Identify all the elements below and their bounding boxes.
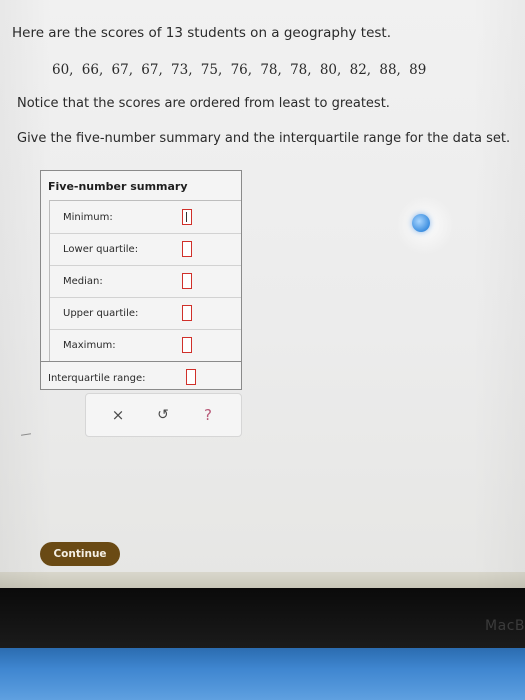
cursor-dot <box>412 214 430 232</box>
five-number-summary-panel: Five-number summary Minimum: Lower quart… <box>40 170 242 390</box>
side-dash <box>20 433 32 436</box>
summary-row-minimum: Minimum: <box>50 201 241 234</box>
minimum-input[interactable] <box>182 209 192 225</box>
close-icon[interactable]: × <box>106 404 130 426</box>
lower-quartile-input[interactable] <box>182 241 192 257</box>
minimum-label: Minimum: <box>63 212 113 223</box>
screen: Here are the scores of 13 students on a … <box>0 0 525 588</box>
undo-icon[interactable]: ↺ <box>151 404 175 426</box>
iqr-label: Interquartile range: <box>48 373 146 384</box>
summary-row-median: Median: <box>50 265 241 298</box>
lower-quartile-label: Lower quartile: <box>63 244 139 255</box>
iqr-input[interactable] <box>186 369 196 385</box>
continue-button[interactable]: Continue <box>40 542 120 566</box>
question-intro: Here are the scores of 13 students on a … <box>12 25 392 41</box>
summary-row-lower-quartile: Lower quartile: <box>50 233 241 266</box>
help-icon[interactable]: ? <box>196 404 220 426</box>
five-number-summary-table: Minimum: Lower quartile: Median: Upper q… <box>49 200 241 361</box>
screen-bottom-strip <box>0 572 525 588</box>
summary-row-maximum: Maximum: <box>50 329 241 361</box>
scores-list: 60, 66, 67, 67, 73, 75, 76, 78, 78, 80, … <box>52 62 427 78</box>
maximum-label: Maximum: <box>63 340 116 351</box>
upper-quartile-label: Upper quartile: <box>63 308 139 319</box>
desk-background <box>0 648 525 700</box>
median-input[interactable] <box>182 273 192 289</box>
five-number-summary-title: Five-number summary <box>48 180 188 193</box>
median-label: Median: <box>63 276 103 287</box>
maximum-input[interactable] <box>182 337 192 353</box>
laptop-bezel: MacB <box>0 588 525 648</box>
summary-row-upper-quartile: Upper quartile: <box>50 297 241 330</box>
question-notice: Notice that the scores are ordered from … <box>17 96 390 111</box>
upper-quartile-input[interactable] <box>182 305 192 321</box>
question-instruction: Give the five-number summary and the int… <box>17 131 511 146</box>
iqr-divider <box>41 361 241 362</box>
answer-action-bar: × ↺ ? <box>85 393 242 437</box>
bezel-brand-text: MacB <box>485 618 525 634</box>
